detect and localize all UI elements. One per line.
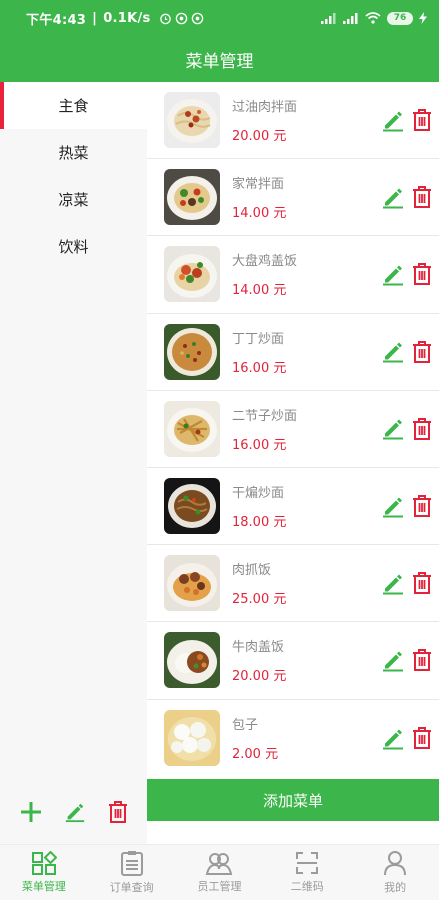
category-item-drinks[interactable]: 饮料 <box>0 223 147 270</box>
status-separator: | <box>92 10 98 26</box>
category-actions <box>0 800 147 824</box>
tab-label: 二维码 <box>290 880 324 893</box>
edit-icon[interactable] <box>381 726 405 750</box>
category-item-staple[interactable]: 主食 <box>0 82 147 129</box>
category-label: 饮料 <box>58 238 89 256</box>
delete-icon[interactable] <box>411 571 433 596</box>
tab-label: 订单查询 <box>109 881 154 894</box>
menu-grid-icon <box>31 851 57 875</box>
clipboard-icon <box>120 851 143 876</box>
dish-item[interactable]: 过油肉拌面 20.00 元 <box>147 82 439 160</box>
status-bar: 下午4:43 | 0.1K/s 76 <box>0 0 439 36</box>
dish-photo <box>164 478 220 535</box>
add-category-icon[interactable] <box>19 800 43 824</box>
status-time: 下午4:43 <box>26 12 87 28</box>
sync-icon-2 <box>191 12 203 24</box>
signal-icon <box>321 12 336 24</box>
edit-icon[interactable] <box>381 108 405 132</box>
edit-category-icon[interactable] <box>64 801 86 823</box>
people-icon <box>206 853 233 875</box>
delete-icon[interactable] <box>411 726 433 751</box>
title-bar: 菜单管理 <box>0 36 439 82</box>
wifi-icon <box>365 12 381 24</box>
bottom-tab-bar: 菜单管理 订单查询 员工管理 二维码 我的 <box>0 844 439 900</box>
delete-icon[interactable] <box>411 494 433 519</box>
battery-indicator: 76 <box>387 11 413 25</box>
tab-qr-code[interactable]: 二维码 <box>263 845 351 900</box>
dish-photo <box>164 710 220 767</box>
add-dish-label: 添加菜单 <box>262 791 323 810</box>
dish-photo <box>164 169 220 226</box>
edit-icon[interactable] <box>381 648 405 672</box>
category-item-hot[interactable]: 热菜 <box>0 129 147 176</box>
edit-icon[interactable] <box>381 262 405 286</box>
dish-item[interactable]: 家常拌面 14.00 元 <box>147 159 439 237</box>
dish-item[interactable]: 干煸炒面 18.00 元 <box>147 468 439 546</box>
dish-list: 过油肉拌面 20.00 元 家常拌面 14.00 元 大盘鸡盖饭 14.00 元 <box>147 82 439 777</box>
tab-order-query[interactable]: 订单查询 <box>88 845 176 900</box>
qr-scan-icon <box>296 852 319 874</box>
status-speed: 0.1K/s <box>103 10 151 26</box>
edit-icon[interactable] <box>381 494 405 518</box>
tab-profile[interactable]: 我的 <box>351 845 439 900</box>
dish-item[interactable]: 丁丁炒面 16.00 元 <box>147 314 439 391</box>
tab-label: 我的 <box>384 881 407 894</box>
delete-icon[interactable] <box>411 108 433 133</box>
charging-icon <box>419 12 427 24</box>
dish-item[interactable]: 牛肉盖饭 20.00 元 <box>147 622 439 700</box>
page-title: 菜单管理 <box>185 51 254 72</box>
alarm-icon <box>159 13 171 24</box>
tab-label: 员工管理 <box>197 880 242 893</box>
dish-photo <box>164 632 220 689</box>
dish-item[interactable]: 二节子炒面 16.00 元 <box>147 391 439 468</box>
category-label: 主食 <box>58 97 89 115</box>
edit-icon[interactable] <box>381 571 405 595</box>
tab-menu-management[interactable]: 菜单管理 <box>0 845 88 900</box>
dish-photo <box>164 92 220 149</box>
category-sidebar: 主食 热菜 凉菜 饮料 <box>0 82 147 844</box>
dish-photo <box>164 323 220 380</box>
delete-icon[interactable] <box>411 648 433 673</box>
category-item-cold[interactable]: 凉菜 <box>0 176 147 223</box>
dish-photo <box>164 555 220 612</box>
edit-icon[interactable] <box>381 417 405 441</box>
dish-item[interactable]: 肉抓饭 25.00 元 <box>147 545 439 623</box>
delete-category-icon[interactable] <box>107 800 129 824</box>
tab-staff-management[interactable]: 员工管理 <box>176 845 264 900</box>
add-dish-button[interactable]: 添加菜单 <box>147 779 439 821</box>
dish-photo <box>164 400 220 457</box>
edit-icon[interactable] <box>381 185 405 209</box>
delete-icon[interactable] <box>411 185 433 210</box>
delete-icon[interactable] <box>411 339 433 364</box>
dish-item[interactable]: 大盘鸡盖饭 14.00 元 <box>147 236 439 314</box>
dish-item[interactable]: 包子 2.00 元 <box>147 700 439 777</box>
signal-icon-2 <box>343 12 358 24</box>
edit-icon[interactable] <box>381 340 405 364</box>
category-label: 热菜 <box>58 144 89 162</box>
user-icon <box>384 851 407 876</box>
tab-label: 菜单管理 <box>21 880 66 893</box>
dish-photo <box>164 246 220 303</box>
delete-icon[interactable] <box>411 416 433 441</box>
sync-icon <box>175 12 187 24</box>
category-label: 凉菜 <box>58 191 89 209</box>
delete-icon[interactable] <box>411 262 433 287</box>
